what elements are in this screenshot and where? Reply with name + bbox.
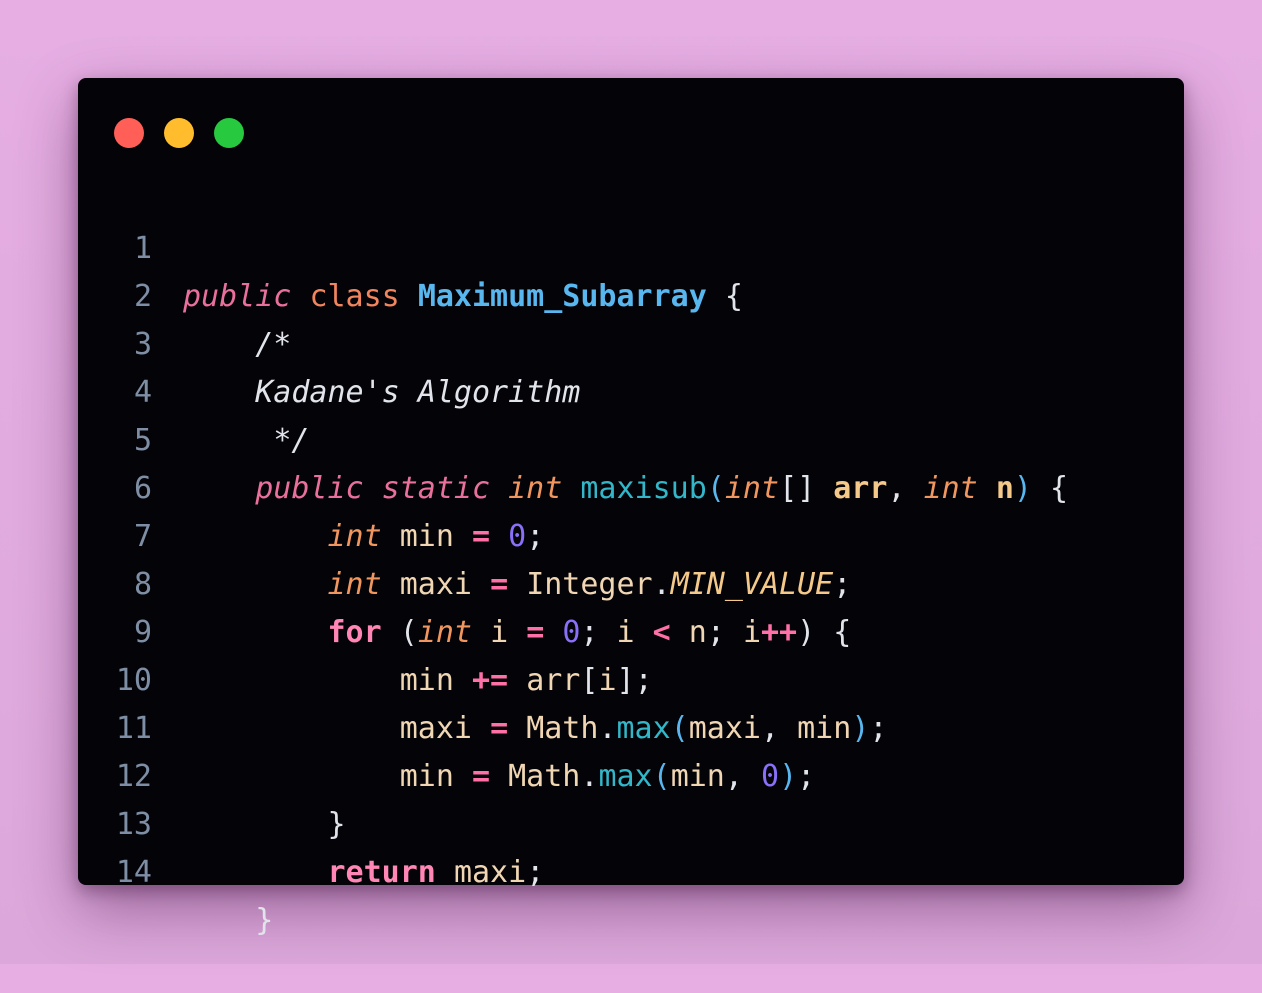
code-line-2: 2 /* [78, 225, 1184, 362]
code-line-11: 11 min = Math.max(min, 0); [78, 657, 1184, 794]
code-line-10: 10 maxi = Math.max(maxi, min); [78, 609, 1184, 746]
code-line-8: 8 for (int i = 0; i < n; i++) { [78, 513, 1184, 650]
code-line-12: 12 } [78, 705, 1184, 842]
code-line-9: 9 min += arr[i]; [78, 561, 1184, 698]
code-line-4: 4 */ [78, 321, 1184, 458]
code-block: 1 public class Maximum_Subarray { 2 /* 3… [78, 177, 1184, 938]
minimize-dot-icon[interactable] [164, 118, 194, 148]
keyword: return [327, 855, 436, 890]
brace: } [255, 903, 274, 938]
line-source: return maxi; [183, 849, 545, 897]
code-line-6: 6 int min = 0; [78, 417, 1184, 554]
close-dot-icon[interactable] [114, 118, 144, 148]
semicolon: ; [526, 855, 545, 890]
code-line-1: 1 public class Maximum_Subarray { [78, 177, 1184, 314]
maximize-dot-icon[interactable] [214, 118, 244, 148]
variable: maxi [453, 855, 527, 890]
line-number: 14 [115, 855, 152, 890]
code-line-5: 5 public static int maxisub(int[] arr, i… [78, 369, 1184, 506]
line-source: } [183, 897, 273, 945]
code-line-3: 3 Kadane's Algorithm [78, 273, 1184, 410]
code-window: 1 public class Maximum_Subarray { 2 /* 3… [78, 78, 1184, 938]
code-line-13: 13 return maxi; [78, 753, 1184, 890]
code-line-14: 14 } [78, 801, 1184, 938]
code-line-7: 7 int maxi = Integer.MIN_VALUE; [78, 465, 1184, 602]
